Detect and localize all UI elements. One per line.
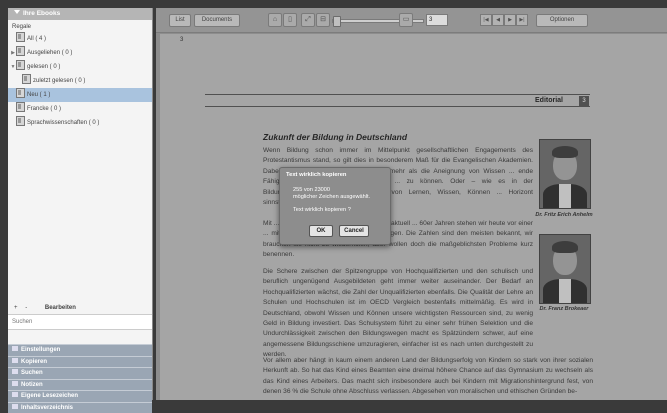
shelf-item-label: gelesen ( 0 ) bbox=[27, 64, 60, 70]
dialog-title: Text wirklich kopieren bbox=[280, 168, 390, 178]
shelf-item-sprachwissenschaften[interactable]: Sprachwissenschaften ( 0 ) bbox=[8, 116, 152, 130]
shelf-item-label: Neu ( 1 ) bbox=[27, 92, 50, 98]
accordion-inhaltsverzeichnis[interactable]: Inhaltsverzeichnis bbox=[8, 402, 152, 413]
add-shelf-button[interactable]: + bbox=[14, 305, 18, 311]
sidebar-bottom: + - Bearbeiten Suchen Einstellungen Kopi… bbox=[8, 302, 152, 413]
search-icon bbox=[12, 369, 18, 374]
accordion-kopieren[interactable]: Kopieren bbox=[8, 356, 152, 368]
book-shelf-icon bbox=[22, 74, 31, 84]
collapse-icon bbox=[14, 10, 20, 14]
cancel-button[interactable]: Cancel bbox=[339, 225, 369, 237]
copy-icon bbox=[12, 358, 18, 363]
book-shelf-icon bbox=[16, 102, 25, 112]
accordion-label: Suchen bbox=[21, 370, 43, 376]
shelf-item-label: All ( 4 ) bbox=[27, 36, 46, 42]
dialog-question: Text wirklich kopieren ? bbox=[280, 207, 390, 214]
shelf-item-gelesen[interactable]: ▼gelesen ( 0 ) bbox=[8, 60, 152, 74]
book-shelf-icon bbox=[16, 88, 25, 98]
accordion-label: Einstellungen bbox=[21, 347, 60, 353]
book-shelf-icon bbox=[16, 60, 25, 70]
bookmark-icon bbox=[12, 392, 18, 397]
accordion-label: Kopieren bbox=[21, 359, 47, 365]
dialog-count-desc: möglicher Zeichen ausgewählt. bbox=[280, 194, 390, 201]
accordion-suchen[interactable]: Suchen bbox=[8, 367, 152, 379]
sidebar-header[interactable]: Ihre Ebooks bbox=[8, 8, 152, 20]
sidebar-header-label: Ihre Ebooks bbox=[23, 10, 60, 17]
shelf-item-label: Francke ( 0 ) bbox=[27, 106, 61, 112]
dialog-count: 255 von 23000 bbox=[280, 187, 390, 194]
book-shelf-icon bbox=[16, 46, 25, 56]
accordion-label: Notizen bbox=[21, 382, 43, 388]
accordion-notizen[interactable]: Notizen bbox=[8, 379, 152, 391]
edit-row: + - Bearbeiten bbox=[8, 302, 152, 314]
remove-shelf-button[interactable]: - bbox=[25, 305, 27, 311]
edit-button[interactable]: Bearbeiten bbox=[45, 305, 76, 311]
modal-overlay bbox=[156, 8, 667, 400]
shelf-item-label: Sprachwissenschaften ( 0 ) bbox=[27, 120, 99, 126]
ebook-reader-app: Ihre Ebooks Regale All ( 4 ) ▶Ausgeliehe… bbox=[0, 0, 667, 400]
shelf-item-label: zuletzt gelesen ( 0 ) bbox=[33, 78, 85, 84]
toc-icon bbox=[12, 404, 18, 409]
book-shelf-icon bbox=[16, 116, 25, 126]
shelf-item-francke[interactable]: Francke ( 0 ) bbox=[8, 102, 152, 116]
accordion-label: Eigene Lesezeichen bbox=[21, 393, 78, 399]
regale-label: Regale bbox=[8, 20, 152, 32]
settings-icon bbox=[12, 346, 18, 351]
accordion-einstellungen[interactable]: Einstellungen bbox=[8, 344, 152, 356]
shelf-item-neu[interactable]: Neu ( 1 ) bbox=[8, 88, 152, 102]
shelf-item-zuletzt-gelesen[interactable]: zuletzt gelesen ( 0 ) bbox=[8, 74, 152, 88]
sidebar-search-input[interactable]: Suchen bbox=[8, 314, 152, 330]
shelf-item-all[interactable]: All ( 4 ) bbox=[8, 32, 152, 46]
book-shelf-icon bbox=[16, 32, 25, 42]
sidebar: Ihre Ebooks Regale All ( 4 ) ▶Ausgeliehe… bbox=[8, 8, 153, 400]
shelf-item-ausgeliehen[interactable]: ▶Ausgeliehen ( 0 ) bbox=[8, 46, 152, 60]
shelf-item-label: Ausgeliehen ( 0 ) bbox=[27, 50, 72, 56]
notes-icon bbox=[12, 381, 18, 386]
ok-button[interactable]: OK bbox=[309, 225, 333, 237]
copy-confirm-dialog: Text wirklich kopieren 255 von 23000 mög… bbox=[279, 167, 391, 245]
accordion-label: Inhaltsverzeichnis bbox=[21, 405, 73, 411]
